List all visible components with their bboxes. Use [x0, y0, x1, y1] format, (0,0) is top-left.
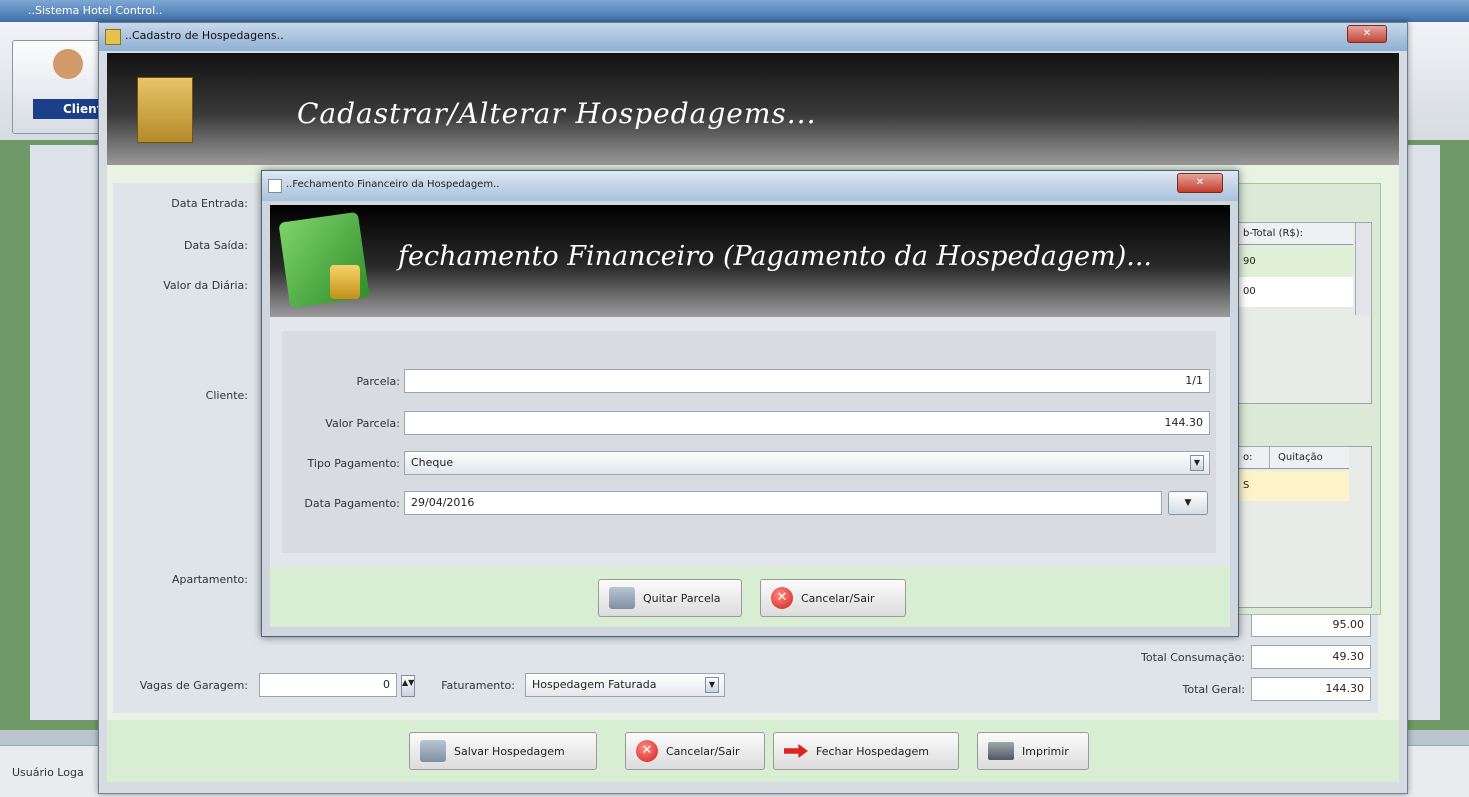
cliente-label: Cliente:	[205, 389, 248, 402]
apartamento-label: Apartamento:	[171, 573, 248, 586]
hospedagem-footer: Salvar Hospedagem ✕ Cancelar/Sair Fechar…	[107, 720, 1399, 782]
fechamento-form: Parcela: 1/1 Valor Parcela: 144.30 Tipo …	[282, 331, 1216, 553]
vagas-garagem-label: Vagas de Garagem:	[139, 679, 248, 692]
client-icon	[53, 49, 83, 79]
save-icon	[420, 740, 446, 762]
vagas-spinner-icon[interactable]: ▲▼	[401, 675, 415, 697]
scrollbar[interactable]	[1355, 223, 1370, 315]
total-geral-field: 144.30	[1251, 677, 1371, 701]
chevron-down-icon[interactable]: ▼	[1190, 455, 1204, 471]
table-row[interactable]: 90	[1239, 247, 1353, 277]
hospedagem-header-banner: Cadastrar/Alterar Hospedagems...	[107, 53, 1399, 165]
fechamento-heading: fechamento Financeiro (Pagamento da Hosp…	[398, 241, 1152, 272]
fechamento-dialog-titlebar: ..Fechamento Financeiro da Hospedagem.. …	[262, 171, 1238, 201]
valor-parcela-field[interactable]: 144.30	[404, 411, 1210, 435]
consumo-table: o: Quitação S	[1238, 446, 1372, 608]
hotel-building-icon	[137, 77, 193, 143]
tipo-pagamento-label: Tipo Pagamento:	[307, 457, 400, 470]
diarias-table: b-Total (R$): 90 00	[1238, 222, 1372, 404]
fechar-button-label: Fechar Hospedagem	[816, 744, 929, 758]
cancelar-button-label: Cancelar/Sair	[801, 591, 875, 605]
data-saida-label: Data Saída:	[184, 239, 248, 252]
salvar-button-label: Salvar Hospedagem	[454, 744, 565, 758]
subtotal-hospedagem-field: 95.00	[1251, 613, 1371, 637]
total-consumacao-field: 49.30	[1251, 645, 1371, 669]
window-icon	[268, 179, 282, 193]
vagas-garagem-input[interactable]: 0	[259, 673, 397, 697]
fechar-hospedagem-button[interactable]: Fechar Hospedagem	[773, 732, 959, 770]
data-pagamento-field[interactable]: 29/04/2016	[404, 491, 1162, 515]
status-user-label: Usuário Loga	[12, 766, 84, 779]
cancelar-sair-button[interactable]: ✕ Cancelar/Sair	[760, 579, 906, 617]
faturamento-select[interactable]: Hospedagem Faturada	[525, 673, 725, 697]
close-icon[interactable]: ✕	[1347, 25, 1387, 43]
fechamento-footer: Quitar Parcela ✕ Cancelar/Sair	[270, 567, 1230, 627]
cancel-icon: ✕	[636, 740, 658, 762]
faturamento-label: Faturamento:	[441, 679, 515, 692]
printer-icon	[988, 742, 1014, 760]
parcela-field[interactable]: 1/1	[404, 369, 1210, 393]
table-header: Quitação	[1269, 447, 1349, 469]
valor-diaria-label: Valor da Diária:	[163, 279, 248, 292]
data-pagamento-label: Data Pagamento:	[304, 497, 400, 510]
table-row[interactable]: 00	[1239, 277, 1353, 307]
close-icon[interactable]: ✕	[1177, 173, 1223, 193]
chevron-down-icon[interactable]: ▼	[705, 677, 719, 693]
imprimir-button[interactable]: Imprimir	[977, 732, 1089, 770]
table-row[interactable]: S	[1239, 471, 1349, 501]
hospedagem-dialog-titlebar: ..Cadastro de Hospedagens.. ✕	[99, 23, 1407, 51]
coins-icon	[330, 265, 360, 299]
quitar-parcela-button[interactable]: Quitar Parcela	[598, 579, 742, 617]
hospedagem-dialog-title: ..Cadastro de Hospedagens..	[125, 29, 284, 42]
save-icon	[609, 587, 635, 609]
right-side-panel: b-Total (R$): 90 00 o: Quitação S	[1229, 183, 1381, 615]
fechamento-dialog-title: ..Fechamento Financeiro da Hospedagem..	[286, 179, 500, 190]
fechamento-dialog: ..Fechamento Financeiro da Hospedagem.. …	[261, 170, 1239, 637]
valor-parcela-label: Valor Parcela:	[325, 417, 400, 430]
table-header: b-Total (R$):	[1239, 223, 1353, 245]
total-geral-label: Total Geral:	[1182, 683, 1245, 696]
arrow-right-icon	[784, 744, 808, 758]
main-titlebar: ..Sistema Hotel Control..	[0, 0, 1469, 22]
calendar-dropdown-icon[interactable]: ▼	[1168, 491, 1208, 515]
quitar-button-label: Quitar Parcela	[643, 591, 721, 605]
total-consumacao-label: Total Consumação:	[1141, 651, 1245, 664]
cancel-icon: ✕	[771, 587, 793, 609]
imprimir-button-label: Imprimir	[1022, 744, 1069, 758]
window-icon	[105, 29, 121, 45]
main-window-title: ..Sistema Hotel Control..	[28, 4, 163, 17]
parcela-label: Parcela:	[356, 375, 400, 388]
tipo-pagamento-select[interactable]: Cheque	[404, 451, 1210, 475]
salvar-hospedagem-button[interactable]: Salvar Hospedagem	[409, 732, 597, 770]
cancelar-sair-button[interactable]: ✕ Cancelar/Sair	[625, 732, 765, 770]
data-entrada-label: Data Entrada:	[171, 197, 248, 210]
client-button[interactable]: Client	[12, 40, 123, 134]
table-header: o:	[1239, 447, 1269, 469]
hospedagem-heading: Cadastrar/Alterar Hospedagems...	[297, 97, 817, 130]
cancelar-button-label: Cancelar/Sair	[666, 744, 740, 758]
